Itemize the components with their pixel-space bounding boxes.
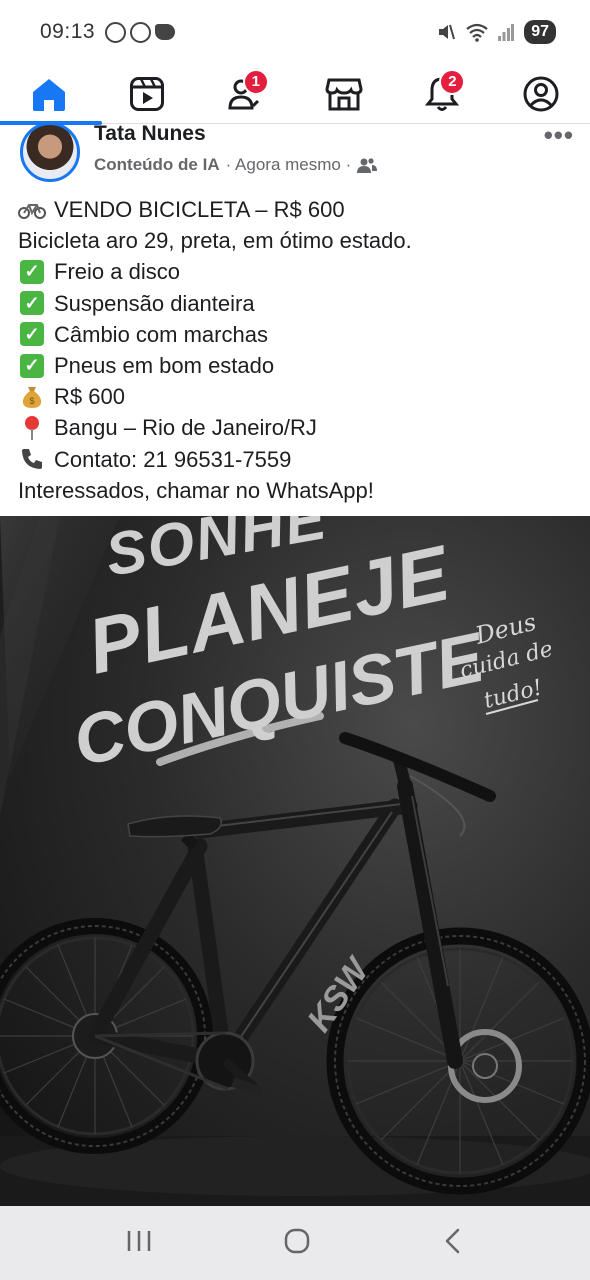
- nav-friends[interactable]: 1: [221, 68, 271, 119]
- system-navigation-bar: [0, 1206, 590, 1280]
- mute-icon: [439, 24, 456, 40]
- check-icon: ✓: [18, 321, 46, 347]
- bicycle-icon: [18, 197, 46, 223]
- post-line: Bangu – Rio de Janeiro/RJ: [18, 412, 578, 443]
- frame-brand-text: KSW: [300, 950, 378, 1039]
- avatar[interactable]: [20, 122, 80, 182]
- post-line-text: Freio a disco: [54, 259, 180, 285]
- whatsapp-icon: [105, 21, 127, 43]
- video-icon: [130, 76, 165, 111]
- recent-apps-button[interactable]: [124, 1228, 154, 1259]
- post-line-text: R$ 600: [54, 384, 125, 410]
- post-line-text: Suspensão dianteira: [54, 290, 255, 316]
- nav-marketplace[interactable]: [319, 69, 369, 119]
- post-line: ✓ Pneus em bom estado: [18, 350, 578, 381]
- nav-profile[interactable]: [516, 69, 566, 119]
- script-line: tudo!: [481, 675, 544, 714]
- nav-home[interactable]: [0, 69, 103, 125]
- more-options-button[interactable]: •••: [544, 120, 574, 151]
- signal-icon: [498, 24, 515, 41]
- post-line: ✓ Freio a disco: [18, 256, 578, 287]
- check-icon: ✓: [18, 353, 46, 379]
- wifi-icon: [466, 23, 488, 42]
- post-line-text: Bicicleta aro 29, preta, em ótimo estado…: [18, 228, 412, 254]
- post-line: Bicicleta aro 29, preta, em ótimo estado…: [18, 225, 578, 256]
- check-icon: ✓: [18, 290, 46, 316]
- pin-icon: [18, 415, 46, 441]
- post-line: ✓ Câmbio com marchas: [18, 319, 578, 350]
- post-time: · Agora mesmo ·: [225, 155, 352, 174]
- friends-badge: 1: [242, 68, 269, 95]
- battery-indicator: 97: [524, 20, 556, 44]
- nav-notifications[interactable]: 2: [417, 68, 467, 119]
- status-time: 09:13: [40, 20, 96, 43]
- post-line-text: Contato: 21 96531-7559: [54, 446, 292, 472]
- post-line-text: Interessados, chamar no WhatsApp!: [18, 477, 374, 503]
- post-line: Contato: 21 96531-7559: [18, 444, 578, 475]
- svg-text:$: $: [29, 396, 34, 406]
- notifications-badge: 2: [439, 68, 466, 95]
- check-icon: ✓: [18, 259, 46, 285]
- back-icon: [445, 1228, 460, 1253]
- post-line: $ R$ 600: [18, 381, 578, 412]
- home-icon: [33, 78, 66, 111]
- messages-icon: [155, 23, 176, 40]
- bicycle-illustration: KSW: [0, 732, 590, 1195]
- post-line-text: Bangu – Rio de Janeiro/RJ: [54, 415, 317, 441]
- post-line-text: VENDO BICICLETA – R$ 600: [54, 197, 345, 222]
- post-line: Interessados, chamar no WhatsApp!: [18, 475, 578, 506]
- post-meta: Conteúdo de IA · Agora mesmo ·: [94, 155, 378, 175]
- bicycle-photo: SONHE PLANEJE CONQUISTE Deus cuida de tu…: [0, 516, 590, 1206]
- author-name[interactable]: Tata Nunes: [94, 122, 206, 146]
- money-bag-icon: $: [18, 384, 46, 410]
- post-line-text: Pneus em bom estado: [54, 353, 275, 379]
- post-image[interactable]: SONHE PLANEJE CONQUISTE Deus cuida de tu…: [0, 516, 590, 1206]
- post-line: VENDO BICICLETA – R$ 600: [18, 194, 578, 225]
- notification-icons: [105, 21, 176, 43]
- audience-friends-icon: [357, 158, 378, 173]
- nav-video[interactable]: [122, 69, 172, 119]
- post-line: ✓ Suspensão dianteira: [18, 288, 578, 319]
- phone-icon: [18, 446, 46, 472]
- system-icons: 97: [436, 20, 556, 44]
- marketplace-icon: [325, 78, 363, 110]
- status-bar: 09:13 97: [0, 0, 590, 64]
- recent-apps-icon: [127, 1230, 151, 1251]
- post-line-text: Câmbio com marchas: [54, 321, 268, 347]
- ai-content-label[interactable]: Conteúdo de IA: [94, 155, 220, 175]
- home-circle-icon: [284, 1228, 310, 1253]
- top-nav-bar: 1 2: [0, 64, 590, 125]
- profile-icon: [523, 76, 559, 111]
- whatsapp-icon: [130, 21, 152, 43]
- home-button[interactable]: [282, 1226, 312, 1261]
- post-header: Tata Nunes Conteúdo de IA · Agora mesmo …: [0, 118, 590, 188]
- post-text: VENDO BICICLETA – R$ 600 Bicicleta aro 2…: [18, 194, 578, 506]
- back-button[interactable]: [440, 1226, 466, 1261]
